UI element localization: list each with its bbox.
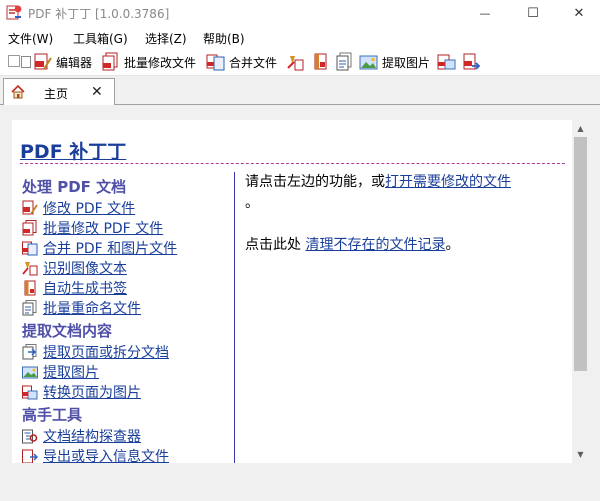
tab-strip: 主页 ✕ <box>0 76 600 106</box>
pdf-image-icon <box>437 54 456 70</box>
section-heading-advanced: 高手工具 <box>22 406 83 424</box>
pdf-image-icon <box>22 385 38 400</box>
pdf-edit-icon <box>22 200 38 215</box>
hint-text: 请点击左边的功能，或 <box>245 174 385 190</box>
title-bar: PDF 补丁丁 [1.0.0.3786] — ☐ ✕ <box>0 0 600 26</box>
bookmark-icon <box>24 280 36 296</box>
window-title: PDF 补丁丁 [1.0.0.3786] <box>28 7 170 21</box>
extract-images-label: 提取图片 <box>382 55 431 70</box>
merge-files-icon <box>22 241 38 256</box>
extract-pages-icon <box>22 344 37 360</box>
minimize-button[interactable]: — <box>462 0 508 26</box>
pdf-small-icon <box>21 56 31 68</box>
pdf-patcher-logo-icon <box>6 5 22 20</box>
maximize-icon: ☐ <box>527 5 539 21</box>
menu-help[interactable]: 帮助(B) <box>203 30 245 47</box>
list-item[interactable]: 批量修改 PDF 文件 <box>22 218 234 238</box>
pdf-to-image-button[interactable] <box>437 51 457 73</box>
info-file-icon <box>22 449 38 463</box>
batch-modify-label: 批量修改文件 <box>124 55 197 70</box>
link-extract-images[interactable]: 提取图片 <box>43 362 99 382</box>
list-item[interactable]: 合并 PDF 和图片文件 <box>22 238 234 258</box>
toolbar: 编辑器 批量修改文件 合并文件 提取图片 <box>0 48 600 76</box>
editor-label: 编辑器 <box>56 55 93 70</box>
scroll-down-icon[interactable]: ▼ <box>572 446 589 463</box>
menu-bar: 文件(W) 工具箱(G) 选择(Z) 帮助(B) <box>0 26 600 48</box>
close-icon: ✕ <box>573 5 585 21</box>
list-item[interactable]: 转换页面为图片 <box>22 382 234 402</box>
menu-select[interactable]: 选择(Z) <box>145 30 187 47</box>
export-button[interactable] <box>462 51 482 73</box>
hint-line-cleanup: 点击此处 清理不存在的文件记录。 <box>245 235 565 256</box>
link-auto-bookmarks[interactable]: 自动生成书签 <box>43 278 127 298</box>
list-item[interactable]: 自动生成书签 <box>22 278 234 298</box>
hint-panel: 请点击左边的功能，或打开需要修改的文件。 点击此处 清理不存在的文件记录。 <box>245 172 565 256</box>
vertical-scrollbar[interactable]: ▲ ▼ <box>572 120 589 463</box>
link-batch-modify-pdf[interactable]: 批量修改 PDF 文件 <box>43 218 163 238</box>
home-page: PDF 补丁丁 处理 PDF 文档 修改 PDF 文件 批量修改 PDF 文件 … <box>12 120 572 463</box>
scroll-up-icon[interactable]: ▲ <box>572 120 589 137</box>
pdf-edit-icon <box>34 53 52 70</box>
menu-file[interactable]: 文件(W) <box>8 30 53 47</box>
section-heading-extract: 提取文档内容 <box>22 322 113 340</box>
pdf-batch-icon <box>102 52 118 71</box>
cleanup-records-link[interactable]: 清理不存在的文件记录 <box>305 237 445 253</box>
pdf-export-icon <box>463 53 481 70</box>
editor-button[interactable]: 编辑器 <box>33 51 92 73</box>
link-ocr-text[interactable]: 识别图像文本 <box>43 258 127 278</box>
tab-home[interactable]: 主页 ✕ <box>3 78 115 106</box>
link-modify-pdf[interactable]: 修改 PDF 文件 <box>43 198 135 218</box>
content-frame: PDF 补丁丁 处理 PDF 文档 修改 PDF 文件 批量修改 PDF 文件 … <box>0 105 600 501</box>
list-item[interactable]: 修改 PDF 文件 <box>22 198 234 218</box>
ocr-icon <box>287 56 304 71</box>
batch-modify-button[interactable]: 批量修改文件 <box>101 51 196 73</box>
list-item[interactable]: 识别图像文本 <box>22 258 234 278</box>
tab-close-icon[interactable]: ✕ <box>91 85 103 99</box>
home-icon <box>11 84 25 99</box>
structure-inspector-icon <box>22 429 38 444</box>
extract-images-icon <box>359 55 378 70</box>
section-heading-process: 处理 PDF 文档 <box>22 178 127 196</box>
tab-home-label: 主页 <box>44 87 69 101</box>
list-item[interactable]: 导出或导入信息文件 <box>22 446 234 463</box>
column-divider <box>234 172 235 463</box>
hint-text: 点击此处 <box>245 237 306 253</box>
ocr-icon <box>22 262 38 276</box>
merge-files-button[interactable]: 合并文件 <box>206 51 277 73</box>
link-extract-split[interactable]: 提取页面或拆分文档 <box>43 342 169 362</box>
merge-files-label: 合并文件 <box>229 55 278 70</box>
rename-icon <box>336 52 352 71</box>
list-item[interactable]: 提取页面或拆分文档 <box>22 342 234 362</box>
page-title: PDF 补丁丁 <box>20 141 127 163</box>
maximize-button[interactable]: ☐ <box>510 0 556 26</box>
ocr-button[interactable] <box>286 51 306 73</box>
extract-images-button[interactable]: 提取图片 <box>359 51 430 73</box>
link-export-import-info[interactable]: 导出或导入信息文件 <box>43 446 169 463</box>
pdf-batch-icon <box>22 220 37 236</box>
minimize-icon: — <box>479 6 491 20</box>
function-list: 处理 PDF 文档 修改 PDF 文件 批量修改 PDF 文件 合并 PDF 和… <box>22 174 234 463</box>
open-file-link[interactable]: 打开需要修改的文件 <box>385 174 511 190</box>
hint-punctuation: 。 <box>245 195 259 211</box>
scroll-thumb[interactable] <box>574 137 587 371</box>
menu-toolbox[interactable]: 工具箱(G) <box>73 30 128 47</box>
bookmark-icon <box>314 53 327 70</box>
list-item[interactable]: 文档结构探查器 <box>22 426 234 446</box>
link-merge-pdf-images[interactable]: 合并 PDF 和图片文件 <box>43 238 177 258</box>
checkbox-icon[interactable] <box>8 55 20 67</box>
link-pages-to-images[interactable]: 转换页面为图片 <box>43 382 141 402</box>
link-structure-inspector[interactable]: 文档结构探查器 <box>43 426 141 446</box>
hint-punctuation: 。 <box>445 237 460 253</box>
hint-line-open-file: 请点击左边的功能，或打开需要修改的文件。 <box>245 172 565 214</box>
merge-files-icon <box>206 54 225 71</box>
rename-icon <box>22 300 37 316</box>
link-batch-rename[interactable]: 批量重命名文件 <box>43 298 141 318</box>
extract-images-icon <box>22 366 38 379</box>
close-window-button[interactable]: ✕ <box>556 0 600 26</box>
title-divider <box>20 163 565 164</box>
rename-button[interactable] <box>335 51 355 73</box>
bookmark-button[interactable] <box>311 51 331 73</box>
list-item[interactable]: 批量重命名文件 <box>22 298 234 318</box>
list-item[interactable]: 提取图片 <box>22 362 234 382</box>
